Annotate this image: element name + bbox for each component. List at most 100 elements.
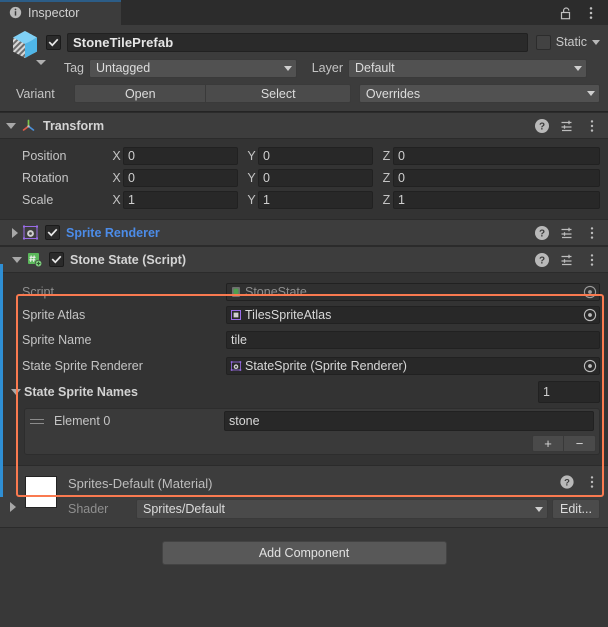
preset-sliders-icon[interactable] (559, 252, 575, 268)
array-foldout[interactable] (11, 389, 22, 395)
add-component-button[interactable]: Add Component (161, 540, 447, 565)
foldout-arrow-icon[interactable] (10, 502, 16, 512)
help-circle-icon[interactable]: ? (559, 474, 575, 490)
object-enabled-checkbox[interactable] (46, 34, 61, 50)
preset-sliders-icon[interactable] (559, 225, 575, 241)
tab-inspector-label: Inspector (28, 5, 80, 20)
sprite-atlas-objectfield[interactable]: TilesSpriteAtlas (226, 306, 600, 324)
preset-sliders-icon[interactable] (559, 118, 575, 134)
rotation-y-value: 0 (263, 171, 270, 185)
remove-element-button[interactable]: − (564, 435, 596, 452)
object-picker-icon[interactable] (583, 308, 597, 322)
scale-x-input[interactable]: 1 (123, 191, 238, 209)
chevron-down-icon (587, 91, 596, 96)
foldout-arrow-icon[interactable] (12, 227, 18, 238)
array-size-value: 1 (543, 385, 550, 399)
axis-label-x: X (112, 149, 121, 163)
static-label: Static (555, 35, 587, 49)
tab-bar-actions (558, 0, 608, 25)
static-dropdown-arrow-icon[interactable] (592, 39, 600, 45)
kebab-menu-icon[interactable] (584, 252, 600, 268)
edit-button-label: Edit... (560, 502, 592, 516)
sprite-name-label: Sprite Name (22, 333, 92, 347)
axis-label-x: X (112, 171, 121, 185)
axis-label-y: Y (247, 171, 256, 185)
stone-state-body: Script StoneState Sprite Atlas TilesSpri… (0, 273, 608, 465)
layer-label: Layer (311, 61, 343, 75)
foldout-arrow-icon[interactable] (6, 122, 16, 129)
shader-value: Sprites/Default (143, 502, 225, 516)
transform-row-scale: Scale X 1 Y 1 Z 1 (0, 189, 600, 211)
open-prefab-button[interactable]: Open (74, 84, 207, 103)
svg-text:?: ? (539, 255, 545, 266)
object-name-value: StoneTilePrefab (73, 34, 174, 50)
overrides-dropdown[interactable]: Overrides (358, 84, 601, 103)
axis-label-z: Z (382, 149, 391, 163)
field-row-state-sprite-renderer: State Sprite Renderer StateSprite (Sprit… (0, 353, 600, 379)
kebab-menu-icon[interactable] (584, 474, 600, 490)
prefab-variant-cube-icon[interactable] (8, 28, 46, 65)
position-y-input[interactable]: 0 (258, 147, 373, 165)
shader-dropdown[interactable]: Sprites/Default (136, 499, 548, 519)
script-label: Script (22, 284, 54, 299)
element-0-input[interactable]: stone (224, 411, 594, 431)
kebab-menu-icon[interactable] (584, 225, 600, 241)
scale-z-input[interactable]: 1 (393, 191, 600, 209)
component-header-transform[interactable]: Transform ? (0, 112, 608, 139)
state-sprite-renderer-objectfield[interactable]: StateSprite (Sprite Renderer) (226, 357, 600, 375)
transform-body: Position X 0 Y 0 Z 0 Rotation X 0 Y 0 Z … (0, 139, 608, 219)
sprite-atlas-asset-icon (230, 309, 242, 321)
tag-dropdown[interactable]: Untagged (89, 58, 297, 78)
transform-row-rotation: Rotation X 0 Y 0 Z 0 (0, 167, 600, 189)
foldout-arrow-icon[interactable] (12, 256, 22, 263)
component-header-stone-state[interactable]: Stone State (Script) ? (0, 246, 608, 273)
rotation-z-input[interactable]: 0 (393, 169, 600, 187)
position-z-input[interactable]: 0 (393, 147, 600, 165)
object-picker-icon[interactable] (583, 359, 597, 373)
drag-handle-icon[interactable] (30, 418, 44, 424)
array-size-input[interactable]: 1 (538, 381, 600, 403)
position-y-value: 0 (263, 149, 270, 163)
material-header[interactable]: Sprites-Default (Material) ? Shader Spri… (0, 465, 608, 527)
chevron-down-icon (574, 65, 582, 71)
select-prefab-button[interactable]: Select (206, 84, 351, 103)
component-header-sprite-renderer[interactable]: Sprite Renderer ? (0, 219, 608, 246)
rotation-x-input[interactable]: 0 (123, 169, 238, 187)
help-circle-icon[interactable]: ? (534, 118, 550, 134)
kebab-menu-icon[interactable] (583, 5, 599, 21)
position-x-input[interactable]: 0 (123, 147, 238, 165)
foldout-arrow-icon[interactable] (11, 389, 21, 395)
list-item[interactable]: Element 0 stone (25, 409, 599, 433)
axis-label-z: Z (382, 193, 391, 207)
padlock-unlocked-icon[interactable] (558, 5, 574, 21)
static-checkbox[interactable] (535, 34, 551, 50)
transform-row-position: Position X 0 Y 0 Z 0 (0, 145, 600, 167)
stone-state-enabled-checkbox[interactable] (49, 252, 64, 267)
object-name-input[interactable]: StoneTilePrefab (67, 32, 528, 52)
chevron-down-icon (535, 506, 543, 512)
help-circle-icon[interactable]: ? (534, 252, 550, 268)
object-picker-icon[interactable] (583, 285, 597, 299)
tag-label: Tag (63, 61, 84, 75)
tab-inspector[interactable]: Inspector (0, 0, 121, 25)
scale-z-value: 1 (398, 193, 405, 207)
array-header-state-sprite-names[interactable]: State Sprite Names 1 (0, 379, 600, 405)
help-circle-icon[interactable]: ? (534, 225, 550, 241)
layer-dropdown[interactable]: Default (348, 58, 587, 78)
shader-row: Shader Sprites/Default Edit... (68, 499, 600, 519)
rotation-y-input[interactable]: 0 (258, 169, 373, 187)
script-asset-icon (230, 286, 242, 298)
tab-bar: Inspector (0, 0, 608, 25)
kebab-menu-icon[interactable] (584, 118, 600, 134)
prefab-override-indicator (0, 264, 3, 497)
sprite-renderer-enabled-checkbox[interactable] (45, 225, 60, 240)
prefab-dropdown-arrow-icon[interactable] (36, 60, 46, 65)
overrides-value: Overrides (365, 86, 421, 101)
scale-y-input[interactable]: 1 (258, 191, 373, 209)
sprite-name-input[interactable]: tile (226, 331, 600, 349)
transform-axis-icon (20, 117, 37, 134)
add-element-button[interactable]: + (532, 435, 564, 452)
edit-shader-button[interactable]: Edit... (552, 499, 600, 519)
field-row-sprite-atlas: Sprite Atlas TilesSpriteAtlas (0, 303, 600, 327)
svg-text:?: ? (539, 121, 545, 132)
